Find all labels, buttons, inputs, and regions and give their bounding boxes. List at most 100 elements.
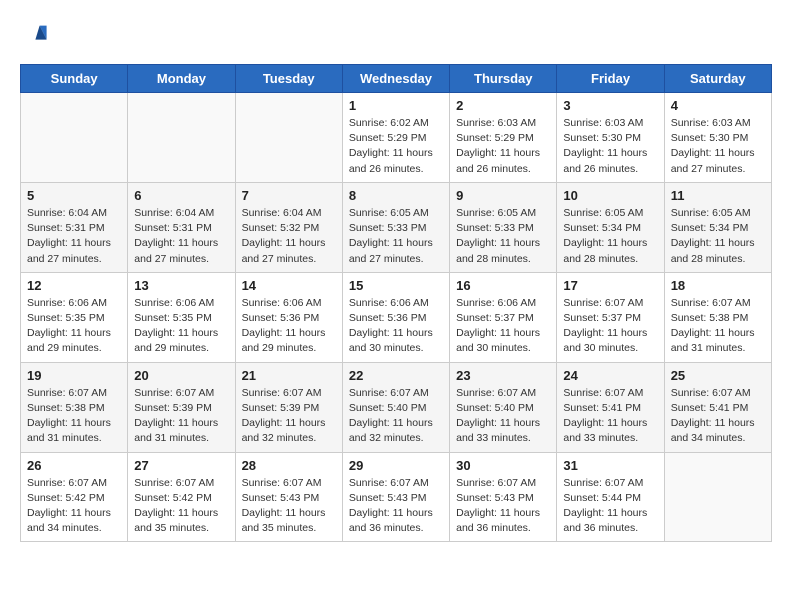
day-number: 17	[563, 278, 657, 293]
day-cell: 6 Sunrise: 6:04 AM Sunset: 5:31 PM Daylig…	[128, 182, 235, 272]
day-cell: 10Sunrise: 6:05 AM Sunset: 5:34 PM Dayli…	[557, 182, 664, 272]
day-number: 31	[563, 458, 657, 473]
header-cell-saturday: Saturday	[664, 65, 771, 93]
day-info: Sunrise: 6:07 AM Sunset: 5:44 PM Dayligh…	[563, 476, 657, 537]
header-cell-sunday: Sunday	[21, 65, 128, 93]
calendar-body: 1 Sunrise: 6:02 AM Sunset: 5:29 PM Daylig…	[21, 93, 772, 542]
header-cell-friday: Friday	[557, 65, 664, 93]
day-number: 3	[563, 98, 657, 113]
header-cell-monday: Monday	[128, 65, 235, 93]
day-number: 5	[27, 188, 121, 203]
day-number: 18	[671, 278, 765, 293]
day-number: 22	[349, 368, 443, 383]
day-info: Sunrise: 6:07 AM Sunset: 5:41 PM Dayligh…	[563, 386, 657, 447]
day-cell: 14 Sunrise: 6:06 AM Sunset: 5:36 PM Dayli…	[235, 272, 342, 362]
week-row-1: 1 Sunrise: 6:02 AM Sunset: 5:29 PM Daylig…	[21, 93, 772, 183]
day-cell: 31 Sunrise: 6:07 AM Sunset: 5:44 PM Dayli…	[557, 452, 664, 542]
day-number: 1	[349, 98, 443, 113]
day-cell: 9Sunrise: 6:05 AM Sunset: 5:33 PM Daylig…	[450, 182, 557, 272]
day-info: Sunrise: 6:07 AM Sunset: 5:43 PM Dayligh…	[242, 476, 336, 537]
day-number: 14	[242, 278, 336, 293]
header-cell-tuesday: Tuesday	[235, 65, 342, 93]
day-info: Sunrise: 6:04 AM Sunset: 5:32 PM Dayligh…	[242, 206, 336, 267]
week-row-4: 19 Sunrise: 6:07 AM Sunset: 5:38 PM Dayli…	[21, 362, 772, 452]
day-info: Sunrise: 6:04 AM Sunset: 5:31 PM Dayligh…	[27, 206, 121, 267]
day-cell: 7 Sunrise: 6:04 AM Sunset: 5:32 PM Daylig…	[235, 182, 342, 272]
day-number: 20	[134, 368, 228, 383]
page-header	[20, 20, 772, 48]
day-info: Sunrise: 6:07 AM Sunset: 5:38 PM Dayligh…	[671, 296, 765, 357]
day-cell: 24 Sunrise: 6:07 AM Sunset: 5:41 PM Dayli…	[557, 362, 664, 452]
day-info: Sunrise: 6:04 AM Sunset: 5:31 PM Dayligh…	[134, 206, 228, 267]
day-cell	[664, 452, 771, 542]
day-info: Sunrise: 6:03 AM Sunset: 5:30 PM Dayligh…	[671, 116, 765, 177]
day-cell: 2 Sunrise: 6:03 AM Sunset: 5:29 PM Daylig…	[450, 93, 557, 183]
day-cell: 19 Sunrise: 6:07 AM Sunset: 5:38 PM Dayli…	[21, 362, 128, 452]
day-info: Sunrise: 6:05 AM Sunset: 5:33 PM Dayligh…	[349, 206, 443, 267]
day-cell: 16Sunrise: 6:06 AM Sunset: 5:37 PM Dayli…	[450, 272, 557, 362]
day-cell: 11Sunrise: 6:05 AM Sunset: 5:34 PM Dayli…	[664, 182, 771, 272]
day-info: Sunrise: 6:07 AM Sunset: 5:42 PM Dayligh…	[134, 476, 228, 537]
day-info: Sunrise: 6:03 AM Sunset: 5:30 PM Dayligh…	[563, 116, 657, 177]
day-number: 19	[27, 368, 121, 383]
day-cell: 1 Sunrise: 6:02 AM Sunset: 5:29 PM Daylig…	[342, 93, 449, 183]
day-info: Sunrise: 6:06 AM Sunset: 5:35 PM Dayligh…	[27, 296, 121, 357]
day-number: 25	[671, 368, 765, 383]
day-number: 29	[349, 458, 443, 473]
day-cell: 21Sunrise: 6:07 AM Sunset: 5:39 PM Dayli…	[235, 362, 342, 452]
calendar-table: SundayMondayTuesdayWednesdayThursdayFrid…	[20, 64, 772, 542]
day-number: 28	[242, 458, 336, 473]
day-info: Sunrise: 6:07 AM Sunset: 5:43 PM Dayligh…	[456, 476, 550, 537]
day-number: 13	[134, 278, 228, 293]
calendar-header: SundayMondayTuesdayWednesdayThursdayFrid…	[21, 65, 772, 93]
day-cell: 20Sunrise: 6:07 AM Sunset: 5:39 PM Dayli…	[128, 362, 235, 452]
day-cell: 17 Sunrise: 6:07 AM Sunset: 5:37 PM Dayli…	[557, 272, 664, 362]
day-cell: 28 Sunrise: 6:07 AM Sunset: 5:43 PM Dayli…	[235, 452, 342, 542]
day-number: 8	[349, 188, 443, 203]
header-cell-wednesday: Wednesday	[342, 65, 449, 93]
day-number: 23	[456, 368, 550, 383]
header-row: SundayMondayTuesdayWednesdayThursdayFrid…	[21, 65, 772, 93]
day-cell	[21, 93, 128, 183]
day-cell: 13 Sunrise: 6:06 AM Sunset: 5:35 PM Dayli…	[128, 272, 235, 362]
day-info: Sunrise: 6:07 AM Sunset: 5:42 PM Dayligh…	[27, 476, 121, 537]
day-cell: 4Sunrise: 6:03 AM Sunset: 5:30 PM Daylig…	[664, 93, 771, 183]
week-row-2: 5 Sunrise: 6:04 AM Sunset: 5:31 PM Daylig…	[21, 182, 772, 272]
day-cell: 22 Sunrise: 6:07 AM Sunset: 5:40 PM Dayli…	[342, 362, 449, 452]
day-info: Sunrise: 6:05 AM Sunset: 5:34 PM Dayligh…	[671, 206, 765, 267]
day-number: 26	[27, 458, 121, 473]
day-info: Sunrise: 6:06 AM Sunset: 5:37 PM Dayligh…	[456, 296, 550, 357]
day-info: Sunrise: 6:07 AM Sunset: 5:37 PM Dayligh…	[563, 296, 657, 357]
day-cell: 23 Sunrise: 6:07 AM Sunset: 5:40 PM Dayli…	[450, 362, 557, 452]
day-cell: 15Sunrise: 6:06 AM Sunset: 5:36 PM Dayli…	[342, 272, 449, 362]
day-info: Sunrise: 6:03 AM Sunset: 5:29 PM Dayligh…	[456, 116, 550, 177]
week-row-3: 12Sunrise: 6:06 AM Sunset: 5:35 PM Dayli…	[21, 272, 772, 362]
day-info: Sunrise: 6:07 AM Sunset: 5:43 PM Dayligh…	[349, 476, 443, 537]
day-number: 10	[563, 188, 657, 203]
day-info: Sunrise: 6:07 AM Sunset: 5:40 PM Dayligh…	[456, 386, 550, 447]
day-info: Sunrise: 6:07 AM Sunset: 5:38 PM Dayligh…	[27, 386, 121, 447]
day-info: Sunrise: 6:02 AM Sunset: 5:29 PM Dayligh…	[349, 116, 443, 177]
day-info: Sunrise: 6:06 AM Sunset: 5:36 PM Dayligh…	[242, 296, 336, 357]
day-number: 24	[563, 368, 657, 383]
day-cell	[235, 93, 342, 183]
day-number: 7	[242, 188, 336, 203]
day-number: 15	[349, 278, 443, 293]
day-cell: 8 Sunrise: 6:05 AM Sunset: 5:33 PM Daylig…	[342, 182, 449, 272]
day-cell: 12Sunrise: 6:06 AM Sunset: 5:35 PM Dayli…	[21, 272, 128, 362]
day-cell: 3 Sunrise: 6:03 AM Sunset: 5:30 PM Daylig…	[557, 93, 664, 183]
logo-icon	[20, 20, 48, 48]
day-cell: 30 Sunrise: 6:07 AM Sunset: 5:43 PM Dayli…	[450, 452, 557, 542]
day-number: 30	[456, 458, 550, 473]
day-info: Sunrise: 6:06 AM Sunset: 5:35 PM Dayligh…	[134, 296, 228, 357]
day-info: Sunrise: 6:07 AM Sunset: 5:41 PM Dayligh…	[671, 386, 765, 447]
day-number: 27	[134, 458, 228, 473]
day-number: 6	[134, 188, 228, 203]
day-info: Sunrise: 6:05 AM Sunset: 5:33 PM Dayligh…	[456, 206, 550, 267]
day-cell: 26 Sunrise: 6:07 AM Sunset: 5:42 PM Dayli…	[21, 452, 128, 542]
day-number: 2	[456, 98, 550, 113]
day-info: Sunrise: 6:07 AM Sunset: 5:40 PM Dayligh…	[349, 386, 443, 447]
logo	[20, 20, 54, 48]
day-cell: 27 Sunrise: 6:07 AM Sunset: 5:42 PM Dayli…	[128, 452, 235, 542]
week-row-5: 26 Sunrise: 6:07 AM Sunset: 5:42 PM Dayli…	[21, 452, 772, 542]
